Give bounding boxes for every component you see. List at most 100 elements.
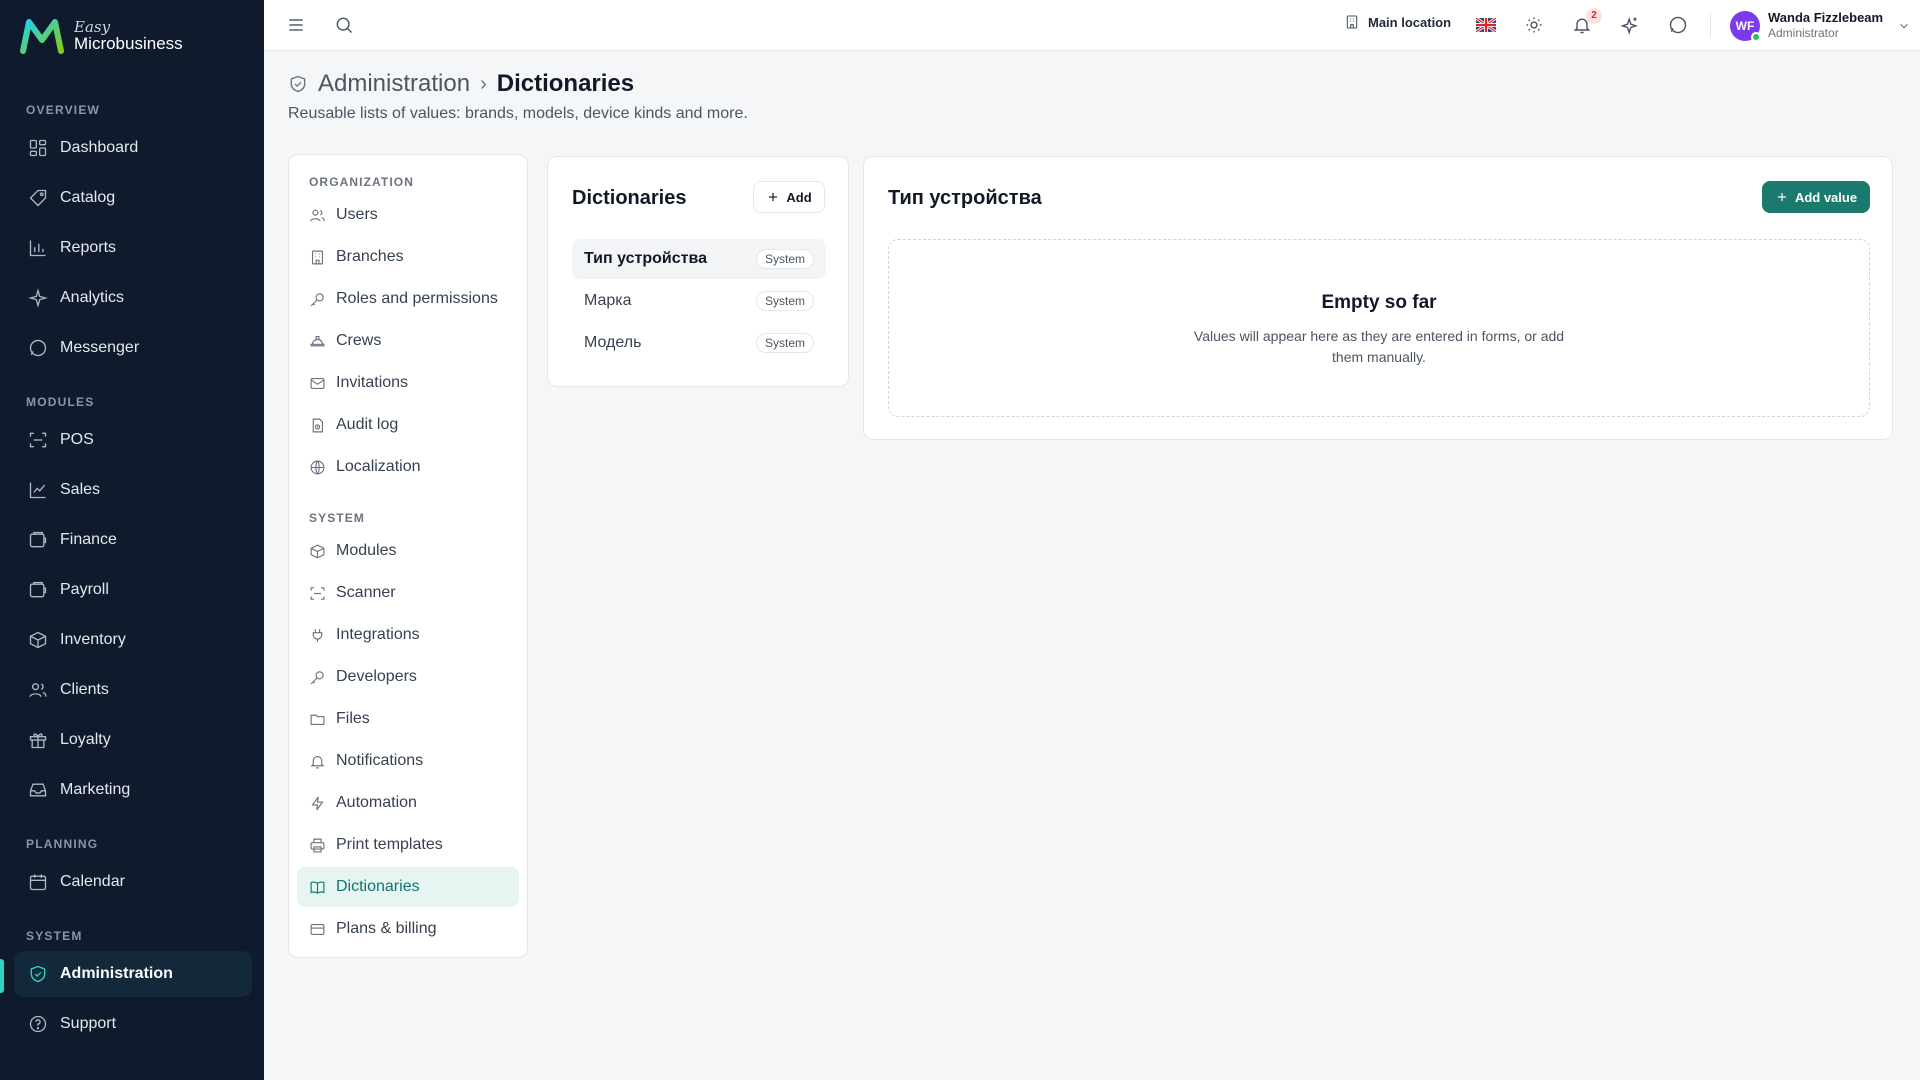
plus-icon	[1777, 192, 1787, 202]
bar-chart-icon	[29, 240, 46, 257]
sidebar-item-calendar[interactable]: Calendar	[14, 859, 252, 905]
uk-flag-icon	[1476, 18, 1496, 32]
add-dictionary-label: Add	[786, 189, 812, 205]
settings-item-label: Files	[336, 710, 370, 727]
sidebar-item-label: Marketing	[60, 781, 131, 798]
settings-item-label: Integrations	[336, 626, 420, 643]
users-icon	[29, 683, 47, 697]
search-button[interactable]	[332, 13, 356, 37]
dictionaries-list-card: Dictionaries Add Тип устройства System М…	[547, 156, 849, 387]
topbar-divider	[1710, 14, 1711, 38]
settings-item-automation[interactable]: Automation	[297, 783, 519, 823]
sidebar-item-label: Payroll	[60, 581, 109, 598]
sparkles-icon	[28, 288, 48, 308]
settings-item-developers[interactable]: Developers	[297, 657, 519, 697]
user-role: Administrator	[1768, 26, 1839, 40]
page-title: Dictionaries	[496, 70, 635, 97]
plug-icon	[312, 628, 323, 642]
credit-card-icon	[310, 923, 325, 935]
sidebar-item-reports[interactable]: Reports	[14, 225, 252, 271]
settings-item-print-templates[interactable]: Print templates	[297, 825, 519, 865]
sidebar-item-marketing[interactable]: Marketing	[14, 767, 252, 813]
sidebar-item-inventory[interactable]: Inventory	[14, 617, 252, 663]
settings-item-scanner[interactable]: Scanner	[297, 573, 519, 613]
tag-icon	[29, 189, 47, 207]
sparkles-icon	[1620, 16, 1639, 35]
user-menu[interactable]: WF Wanda Fizzlebeam Administrator	[1730, 10, 1911, 42]
settings-group-organization: ORGANIZATION	[309, 175, 414, 189]
shield-check-icon	[30, 965, 46, 983]
chat-button[interactable]	[1666, 13, 1690, 37]
settings-item-modules[interactable]: Modules	[297, 531, 519, 571]
settings-item-users[interactable]: Users	[297, 195, 519, 235]
settings-item-label: Roles and permissions	[336, 290, 498, 307]
empty-state: Empty so far Values will appear here as …	[888, 239, 1870, 417]
menu-button[interactable]	[284, 13, 308, 37]
sidebar-item-payroll[interactable]: Payroll	[14, 567, 252, 613]
nav-group-modules: MODULES	[26, 395, 95, 409]
key-icon	[310, 292, 324, 306]
add-value-label: Add value	[1794, 189, 1858, 205]
settings-item-localization[interactable]: Localization	[297, 447, 519, 487]
settings-item-label: Notifications	[336, 752, 424, 769]
dashboard-icon	[29, 139, 47, 157]
sidebar-item-catalog[interactable]: Catalog	[14, 175, 252, 221]
sidebar-item-finance[interactable]: Finance	[14, 517, 252, 563]
dictionary-item-brand[interactable]: Марка System	[572, 281, 826, 321]
settings-item-plans-billing[interactable]: Plans & billing	[297, 909, 519, 949]
settings-item-label: Invitations	[336, 374, 409, 391]
theme-toggle[interactable]	[1522, 13, 1546, 37]
bell-icon	[310, 755, 325, 768]
settings-item-files[interactable]: Files	[297, 699, 519, 739]
dictionary-item-device-type[interactable]: Тип устройства System	[572, 239, 826, 279]
sidebar-item-analytics[interactable]: Analytics	[14, 275, 252, 321]
settings-item-invitations[interactable]: Invitations	[297, 363, 519, 403]
nav-group-system: SYSTEM	[26, 929, 83, 943]
breadcrumb-parent-link[interactable]: Administration	[318, 70, 470, 98]
scan-icon	[310, 586, 325, 600]
dictionary-item-model[interactable]: Модель System	[572, 323, 826, 363]
users-icon	[310, 209, 325, 221]
hard-hat-icon	[310, 335, 325, 346]
brand-logo[interactable]: Easy Microbusiness	[20, 18, 183, 54]
online-status-dot	[1751, 31, 1761, 42]
sidebar-item-label: Dashboard	[60, 139, 139, 156]
search-icon	[336, 17, 353, 34]
sidebar-item-label: Sales	[60, 481, 101, 498]
chat-icon	[1669, 16, 1687, 34]
dictionary-detail-title: Тип устройства	[888, 187, 1042, 209]
sidebar-item-clients[interactable]: Clients	[14, 667, 252, 713]
add-dictionary-button[interactable]: Add	[753, 181, 825, 213]
topbar: Main location 2 WF Wanda Fizzlebeam Admi…	[264, 0, 1920, 51]
sidebar-item-dashboard[interactable]: Dashboard	[14, 125, 252, 171]
settings-item-integrations[interactable]: Integrations	[297, 615, 519, 655]
dictionary-item-name: Марка	[584, 292, 632, 309]
wallet-icon	[29, 581, 47, 598]
settings-item-notifications[interactable]: Notifications	[297, 741, 519, 781]
settings-item-audit-log[interactable]: Audit log	[297, 405, 519, 445]
sidebar-item-sales[interactable]: Sales	[14, 467, 252, 513]
sidebar-item-support[interactable]: Support	[14, 1001, 252, 1047]
language-button[interactable]	[1474, 13, 1498, 37]
settings-item-label: Branches	[336, 248, 404, 265]
sidebar-item-loyalty[interactable]: Loyalty	[14, 717, 252, 763]
sidebar-item-messenger[interactable]: Messenger	[14, 325, 252, 371]
settings-item-branches[interactable]: Branches	[297, 237, 519, 277]
system-tag: System	[755, 249, 814, 269]
add-value-button[interactable]: Add value	[1762, 181, 1870, 213]
settings-item-label: Developers	[336, 668, 417, 685]
sidebar-item-administration[interactable]: Administration	[14, 951, 252, 997]
location-selector[interactable]: Main location	[1344, 14, 1451, 30]
settings-group-system: SYSTEM	[309, 511, 365, 525]
line-chart-icon	[29, 482, 46, 499]
settings-item-label: Automation	[336, 794, 417, 811]
dictionary-item-name: Модель	[584, 334, 642, 351]
settings-item-dictionaries[interactable]: Dictionaries	[297, 867, 519, 907]
settings-item-label: Print templates	[336, 836, 443, 853]
system-tag: System	[755, 333, 814, 353]
page-subtitle: Reusable lists of values: brands, models…	[288, 105, 748, 122]
settings-item-roles[interactable]: Roles and permissions	[297, 279, 519, 319]
settings-item-crews[interactable]: Crews	[297, 321, 519, 361]
ai-assistant-button[interactable]	[1618, 13, 1642, 37]
sidebar-item-pos[interactable]: POS	[14, 417, 252, 463]
